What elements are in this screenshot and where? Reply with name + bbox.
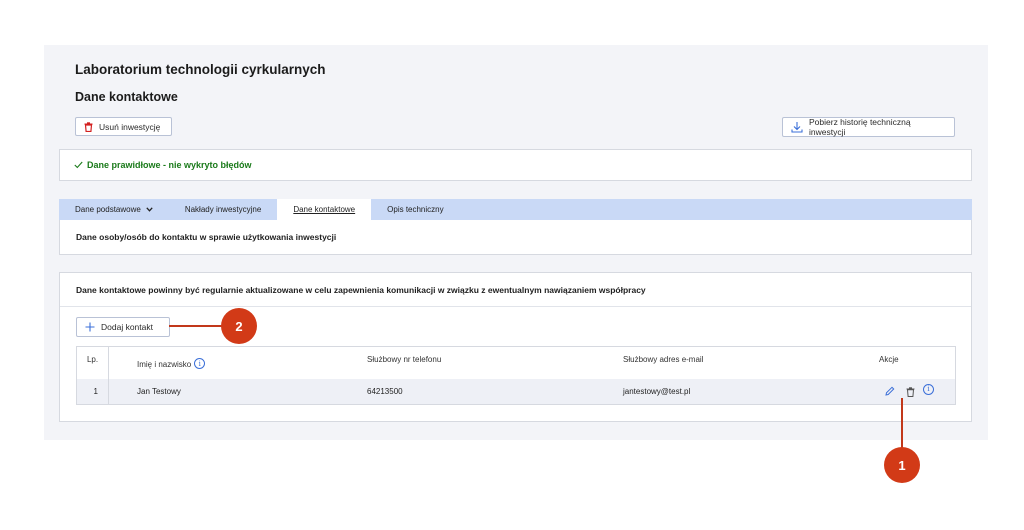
- contacts-card: Dane kontaktowe powinny być regularnie a…: [59, 272, 972, 422]
- annotation-marker-2: 2: [221, 308, 257, 344]
- row-name: Jan Testowy: [137, 387, 181, 396]
- tab-contact-data[interactable]: Dane kontaktowe: [277, 199, 372, 220]
- add-contact-label: Dodaj kontakt: [101, 322, 153, 332]
- annotation-marker-1: 1: [884, 447, 920, 483]
- tab-technical-description[interactable]: Opis techniczny: [371, 199, 459, 220]
- section-title: Dane kontaktowe: [75, 90, 178, 104]
- add-contact-button[interactable]: Dodaj kontakt: [76, 317, 170, 337]
- edit-pencil-icon[interactable]: [885, 386, 895, 396]
- row-lp: 1: [77, 379, 109, 404]
- header-name-label: Imię i nazwisko: [137, 360, 192, 369]
- tab-basic-data-label: Dane podstawowe: [75, 205, 141, 214]
- header-phone: Służbowy nr telefonu: [367, 355, 442, 364]
- header-actions: Akcje: [879, 355, 899, 364]
- annotation-line-1: [901, 398, 903, 450]
- chevron-down-icon: [146, 207, 153, 212]
- divider: [60, 306, 971, 307]
- header-email: Służbowy adres e-mail: [623, 355, 704, 364]
- page-title: Laboratorium technologii cyrkularnych: [75, 62, 326, 77]
- row-info-icon[interactable]: i: [923, 383, 934, 395]
- tab-content-subtitle: Dane osoby/osób do kontaktu w sprawie uż…: [59, 220, 972, 255]
- validation-status: Dane prawidłowe - nie wykryto błędów: [59, 149, 972, 181]
- delete-investment-button[interactable]: Usuń inwestycję: [75, 117, 172, 136]
- tab-investment-costs-label: Nakłady inwestycyjne: [184, 205, 262, 214]
- contacts-note: Dane kontaktowe powinny być regularnie a…: [76, 285, 646, 295]
- validation-message: Dane prawidłowe - nie wykryto błędów: [87, 160, 252, 170]
- table-row: 1 Jan Testowy 64213500 jantestowy@test.p…: [77, 379, 955, 404]
- delete-row-trash-icon[interactable]: [906, 386, 915, 397]
- tab-bar: Dane podstawowe Nakłady inwestycyjne Dan…: [59, 199, 972, 220]
- info-icon[interactable]: i: [194, 358, 206, 369]
- tab-investment-costs[interactable]: Nakłady inwestycyjne: [169, 199, 277, 220]
- trash-icon: [84, 121, 93, 132]
- tab-contact-data-label: Dane kontaktowe: [293, 205, 356, 214]
- download-history-button[interactable]: Pobierz historię techniczną inwestycji: [782, 117, 955, 137]
- header-name: Imię i nazwisko i: [109, 347, 367, 379]
- row-email: jantestowy@test.pl: [623, 387, 691, 396]
- delete-investment-label: Usuń inwestycję: [99, 121, 161, 132]
- tab-basic-data[interactable]: Dane podstawowe: [59, 199, 169, 220]
- download-icon: [791, 121, 803, 133]
- plus-icon: [85, 322, 95, 332]
- tab-technical-description-label: Opis techniczny: [387, 205, 444, 214]
- contacts-table: Lp. Imię i nazwisko i Służbowy nr telefo…: [76, 346, 956, 405]
- download-history-label: Pobierz historię techniczną inwestycji: [809, 117, 911, 137]
- annotation-line-2: [169, 325, 223, 327]
- checkmark-icon: [74, 161, 83, 169]
- row-phone: 64213500: [367, 387, 403, 396]
- table-header: Lp. Imię i nazwisko i Służbowy nr telefo…: [77, 347, 955, 379]
- header-lp: Lp.: [77, 347, 109, 379]
